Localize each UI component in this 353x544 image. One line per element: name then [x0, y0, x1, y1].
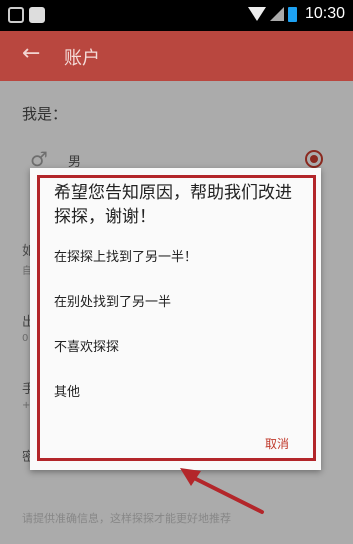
dialog-option[interactable]: 其他	[54, 381, 80, 400]
dialog-option[interactable]: 在别处找到了另一半	[54, 291, 171, 310]
cancel-button[interactable]: 取消	[265, 435, 289, 452]
status-system-icons: 10:30	[247, 5, 345, 23]
status-notification-icons	[8, 7, 45, 23]
status-bar: 10:30	[0, 0, 353, 31]
app-notification-icon	[29, 7, 45, 23]
dialog-title: 希望您告知原因，帮助我们改进探探，谢谢！	[54, 183, 292, 227]
page-title: 账户	[64, 48, 100, 69]
notification-icon	[8, 7, 24, 23]
dialog-option[interactable]: 在探探上找到了另一半！	[54, 246, 197, 265]
battery-icon	[287, 6, 297, 22]
status-time: 10:30	[304, 5, 345, 22]
signal-icon	[269, 7, 284, 21]
wifi-icon	[247, 7, 266, 21]
back-arrow-icon[interactable]: ←	[22, 41, 40, 66]
app-bar: ← 账户	[0, 31, 353, 81]
dialog-option[interactable]: 不喜欢探探	[54, 336, 119, 355]
